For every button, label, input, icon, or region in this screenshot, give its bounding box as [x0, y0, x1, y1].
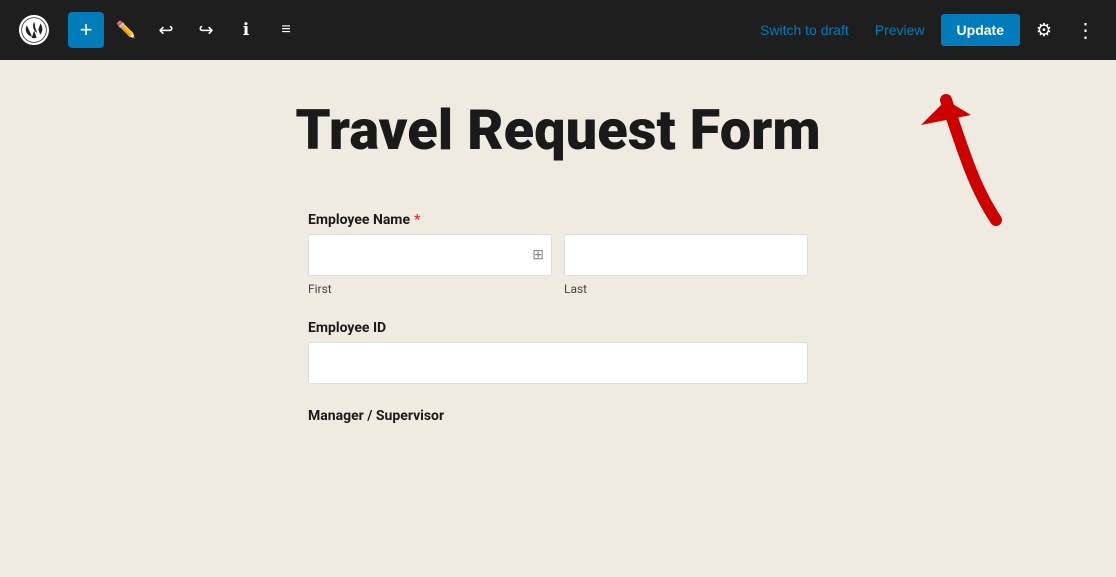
last-name-field: [564, 234, 808, 276]
employee-name-label: Employee Name *: [308, 212, 808, 228]
redo-icon: ↪: [198, 20, 213, 41]
name-sub-labels: First Last: [308, 280, 808, 296]
employee-id-label: Employee ID: [308, 320, 808, 336]
main-content: Travel Request Form Employee Name * ⊞ Fi…: [0, 60, 1116, 577]
form-container: Employee Name * ⊞ First Last Employee ID: [308, 212, 808, 448]
employee-name-group: Employee Name * ⊞ First Last: [308, 212, 808, 296]
toolbar-right: Switch to draft Preview Update ⚙ ⋮: [750, 12, 1104, 48]
name-fields: ⊞: [308, 234, 808, 276]
redo-button[interactable]: ↪: [188, 12, 224, 48]
ellipsis-icon: ⋮: [1076, 18, 1097, 43]
settings-button[interactable]: ⚙: [1026, 12, 1062, 48]
list-view-button[interactable]: ≡: [268, 12, 304, 48]
preview-button[interactable]: Preview: [865, 16, 935, 44]
manager-label: Manager / Supervisor: [308, 408, 808, 424]
list-icon: ≡: [281, 21, 290, 39]
wordpress-logo: [12, 0, 56, 60]
last-sub-label: Last: [564, 280, 808, 296]
employee-id-input[interactable]: [308, 342, 808, 384]
last-name-input[interactable]: [564, 234, 808, 276]
update-button[interactable]: Update: [941, 14, 1020, 46]
first-name-input[interactable]: [308, 234, 552, 276]
page-title: Travel Request Form: [295, 100, 820, 162]
gear-icon: ⚙: [1036, 20, 1052, 41]
undo-icon: ↩: [158, 20, 173, 41]
first-name-field: ⊞: [308, 234, 552, 276]
more-options-button[interactable]: ⋮: [1068, 12, 1104, 48]
edit-button[interactable]: ✏️: [108, 12, 144, 48]
info-button[interactable]: ℹ: [228, 12, 264, 48]
employee-id-group: Employee ID: [308, 320, 808, 384]
toolbar: + ✏️ ↩ ↪ ℹ ≡ Switch to draft Preview Upd…: [0, 0, 1116, 60]
pencil-icon: ✏️: [116, 20, 136, 40]
switch-to-draft-button[interactable]: Switch to draft: [750, 16, 859, 44]
manager-group: Manager / Supervisor: [308, 408, 808, 424]
first-sub-label: First: [308, 280, 552, 296]
undo-button[interactable]: ↩: [148, 12, 184, 48]
add-button[interactable]: +: [68, 12, 104, 48]
required-star: *: [414, 212, 420, 228]
field-icon: ⊞: [532, 247, 544, 263]
info-icon: ℹ: [243, 20, 249, 40]
